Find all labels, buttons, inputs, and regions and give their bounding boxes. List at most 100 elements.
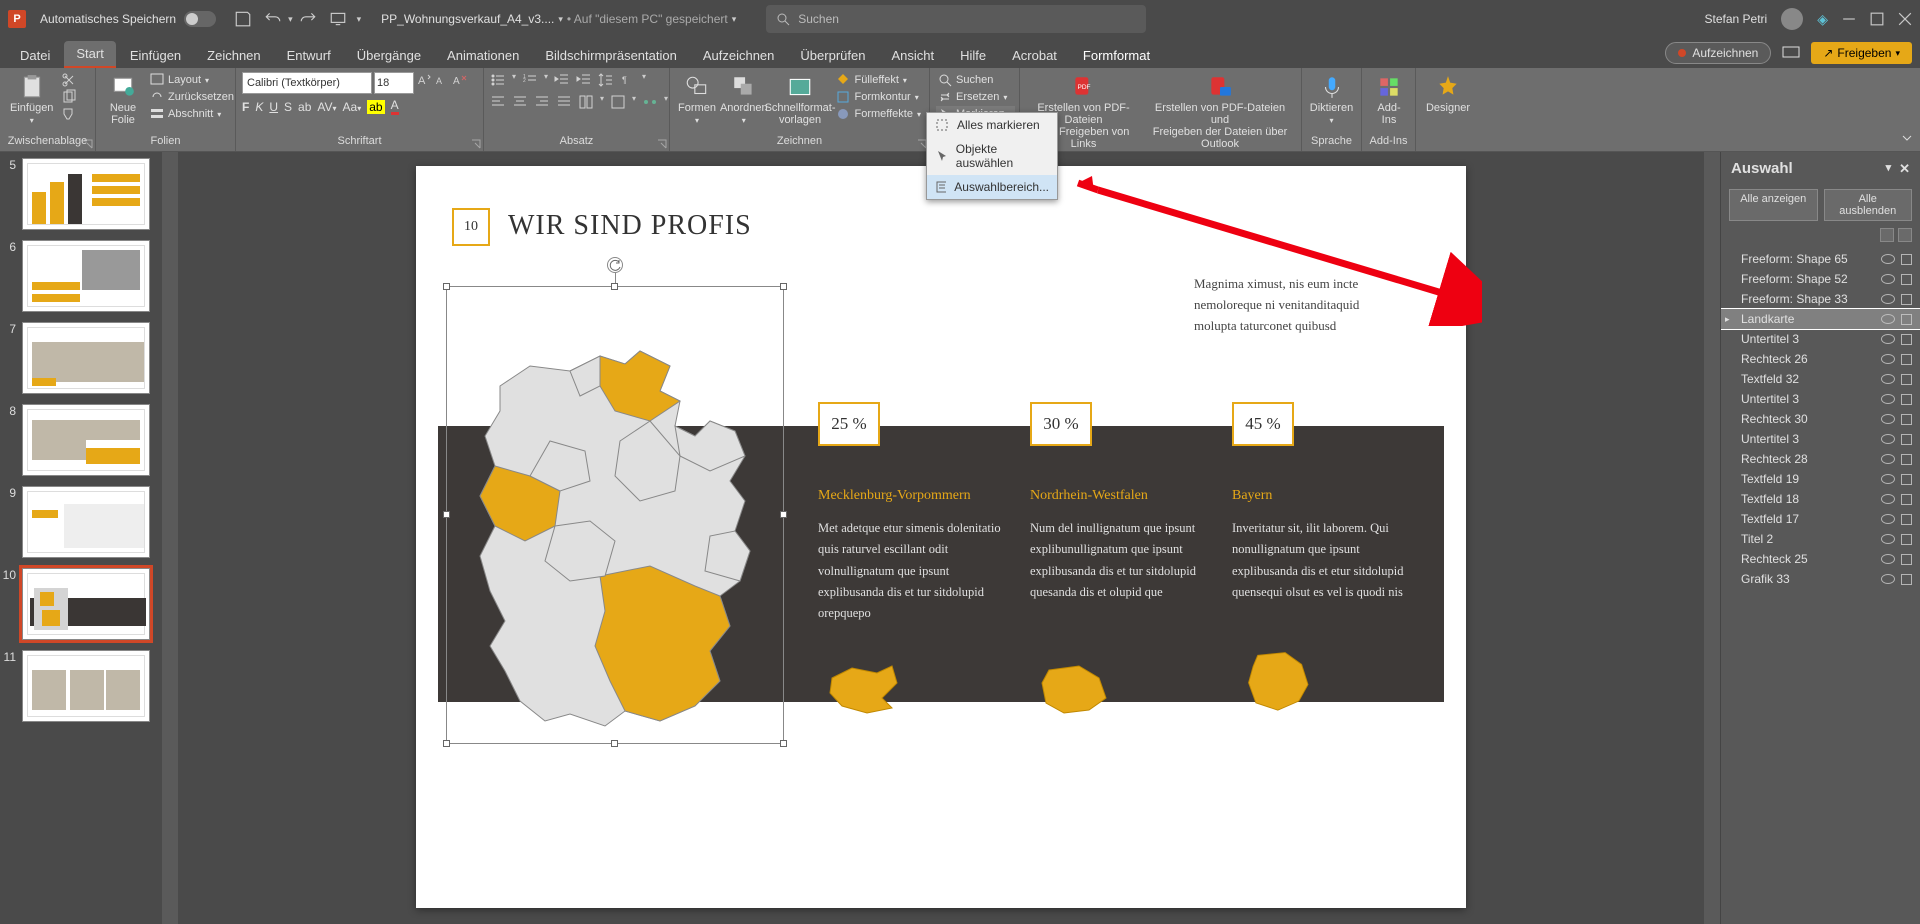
tab-zeichnen[interactable]: Zeichnen xyxy=(195,43,272,68)
slide-canvas[interactable]: 10 WIR SIND PROFIS Magnima ximust, nis e… xyxy=(416,166,1466,908)
object-item[interactable]: Untertitel 3 xyxy=(1721,329,1920,349)
autosave-toggle[interactable]: Automatisches Speichern xyxy=(40,11,216,27)
lock-icon[interactable] xyxy=(1901,414,1912,425)
visibility-icon[interactable] xyxy=(1881,454,1895,464)
spacing-button[interactable]: AV▾ xyxy=(317,100,336,114)
decrease-font-icon[interactable]: A xyxy=(434,72,450,88)
lock-icon[interactable] xyxy=(1901,294,1912,305)
increase-font-icon[interactable]: A xyxy=(416,72,432,88)
slide-thumb-5[interactable] xyxy=(22,158,150,230)
shapes-button[interactable]: Formen▾ xyxy=(676,72,718,127)
lock-icon[interactable] xyxy=(1901,514,1912,525)
object-item[interactable]: Freeform: Shape 33 xyxy=(1721,289,1920,309)
move-up-button[interactable] xyxy=(1880,228,1894,242)
visibility-icon[interactable] xyxy=(1881,294,1895,304)
underline-button[interactable]: U xyxy=(269,100,278,114)
italic-button[interactable]: K xyxy=(255,100,263,114)
search-input[interactable]: Suchen xyxy=(766,5,1146,33)
tab-acrobat[interactable]: Acrobat xyxy=(1000,43,1069,68)
object-item[interactable]: Textfeld 18 xyxy=(1721,489,1920,509)
format-painter-icon[interactable] xyxy=(61,106,77,122)
section-button[interactable]: Abschnitt ▾ xyxy=(148,106,236,122)
visibility-icon[interactable] xyxy=(1881,254,1895,264)
text-direction-icon[interactable]: ¶ xyxy=(620,72,636,88)
text-align-vert-icon[interactable] xyxy=(610,94,626,110)
clear-format-icon[interactable]: A xyxy=(452,72,468,88)
object-item[interactable]: Rechteck 28 xyxy=(1721,449,1920,469)
lock-icon[interactable] xyxy=(1901,334,1912,345)
tab-datei[interactable]: Datei xyxy=(8,43,62,68)
object-item[interactable]: Textfeld 19 xyxy=(1721,469,1920,489)
shadow-button[interactable]: ab xyxy=(298,100,311,114)
selection-box[interactable] xyxy=(446,286,784,744)
resize-handle-w[interactable] xyxy=(443,511,450,518)
visibility-icon[interactable] xyxy=(1881,314,1895,324)
object-item[interactable]: Grafik 33 xyxy=(1721,569,1920,589)
present-icon[interactable] xyxy=(329,10,347,28)
save-icon[interactable] xyxy=(234,10,252,28)
layout-button[interactable]: Layout ▾ xyxy=(148,72,236,88)
tab-bildschirm[interactable]: Bildschirmpräsentation xyxy=(533,43,689,68)
tab-ueberpruefen[interactable]: Überprüfen xyxy=(788,43,877,68)
visibility-icon[interactable] xyxy=(1881,514,1895,524)
font-name-input[interactable] xyxy=(242,72,372,94)
ribbon-collapse-icon[interactable] xyxy=(1900,131,1914,145)
tab-ansicht[interactable]: Ansicht xyxy=(879,43,946,68)
share-button[interactable]: ↗Freigeben▾ xyxy=(1811,42,1912,64)
slide-thumb-10[interactable] xyxy=(22,568,150,640)
saveloc-dropdown[interactable]: ▾ xyxy=(732,14,737,25)
font-launcher-icon[interactable] xyxy=(471,139,481,149)
line-spacing-icon[interactable] xyxy=(598,72,614,88)
copy-icon[interactable] xyxy=(61,89,77,105)
replace-button[interactable]: Ersetzen ▾ xyxy=(936,89,1015,105)
slide-thumb-9[interactable] xyxy=(22,486,150,558)
object-item[interactable]: Rechteck 25 xyxy=(1721,549,1920,569)
visibility-icon[interactable] xyxy=(1881,534,1895,544)
find-button[interactable]: Suchen xyxy=(936,72,1015,88)
premium-icon[interactable]: ◈ xyxy=(1817,11,1828,28)
undo-dropdown[interactable]: ▾ xyxy=(288,14,293,25)
case-button[interactable]: Aa▾ xyxy=(343,100,362,114)
object-item[interactable]: Untertitel 3 xyxy=(1721,429,1920,449)
lock-icon[interactable] xyxy=(1901,354,1912,365)
smartart-convert-icon[interactable] xyxy=(642,94,658,110)
indent-inc-icon[interactable] xyxy=(576,72,592,88)
slide-editor[interactable]: 10 WIR SIND PROFIS Magnima ximust, nis e… xyxy=(178,152,1704,924)
slide-thumb-8[interactable] xyxy=(22,404,150,476)
redo-icon[interactable] xyxy=(299,10,317,28)
undo-icon[interactable] xyxy=(264,10,282,28)
arrange-button[interactable]: Anordnen▾ xyxy=(722,72,766,127)
designer-button[interactable]: Designer xyxy=(1422,72,1474,116)
font-size-input[interactable] xyxy=(374,72,414,94)
tab-start[interactable]: Start xyxy=(64,41,115,68)
visibility-icon[interactable] xyxy=(1881,434,1895,444)
select-objects-item[interactable]: Objekte auswählen xyxy=(927,137,1057,175)
slide-thumb-7[interactable] xyxy=(22,322,150,394)
object-item[interactable]: Freeform: Shape 65 xyxy=(1721,249,1920,269)
cut-icon[interactable] xyxy=(61,72,77,88)
slide-thumb-11[interactable] xyxy=(22,650,150,722)
shape-effects-button[interactable]: Formeffekte ▾ xyxy=(834,106,923,122)
tab-einfuegen[interactable]: Einfügen xyxy=(118,43,193,68)
filename-dropdown[interactable]: ▾ xyxy=(558,14,563,25)
tab-hilfe[interactable]: Hilfe xyxy=(948,43,998,68)
resize-handle-s[interactable] xyxy=(611,740,618,747)
lock-icon[interactable] xyxy=(1901,574,1912,585)
resize-handle-nw[interactable] xyxy=(443,283,450,290)
visibility-icon[interactable] xyxy=(1881,574,1895,584)
align-right-icon[interactable] xyxy=(534,94,550,110)
bullets-icon[interactable] xyxy=(490,72,506,88)
resize-handle-e[interactable] xyxy=(780,511,787,518)
maximize-icon[interactable] xyxy=(1870,12,1884,26)
lock-icon[interactable] xyxy=(1901,394,1912,405)
highlight-button[interactable]: ab xyxy=(367,100,384,114)
slide-thumb-6[interactable] xyxy=(22,240,150,312)
tab-aufzeichnen[interactable]: Aufzeichnen xyxy=(691,43,787,68)
present-mode-icon[interactable] xyxy=(1781,43,1801,63)
quickstyles-button[interactable]: Schnellformat- vorlagen xyxy=(770,72,831,128)
clipboard-launcher-icon[interactable] xyxy=(83,139,93,149)
adobe-pdf-outlook-button[interactable]: Erstellen von PDF-Dateien und Freigeben … xyxy=(1145,72,1295,152)
object-item[interactable]: Untertitel 3 xyxy=(1721,389,1920,409)
align-center-icon[interactable] xyxy=(512,94,528,110)
shape-outline-button[interactable]: Formkontur ▾ xyxy=(834,89,923,105)
